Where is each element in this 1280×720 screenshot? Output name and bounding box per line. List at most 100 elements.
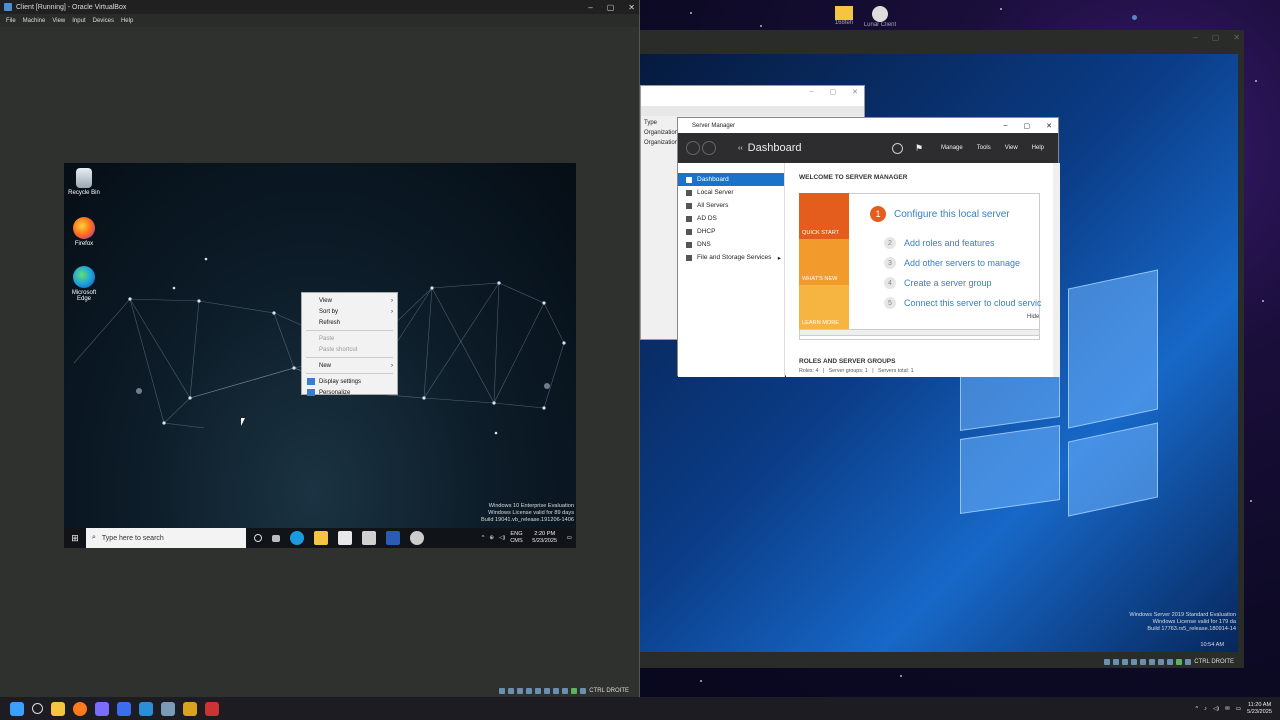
optical-icon[interactable] [508,688,515,694]
tile-whats-new[interactable]: WHAT'S NEW [799,239,849,285]
vscode-icon[interactable] [139,701,153,716]
file-explorer-icon[interactable] [51,701,65,716]
ctx-view[interactable]: View › [302,295,397,306]
app-icon[interactable] [183,701,197,716]
sidebar-item-all-servers[interactable]: All Servers [678,199,784,212]
sidebar-item-dhcp[interactable]: DHCP [678,225,784,238]
firefox-icon[interactable] [73,701,87,716]
lang-code[interactable]: ENG [510,531,522,538]
menu-machine[interactable]: Machine [23,18,46,24]
task-view-icon[interactable] [272,534,280,542]
volume-icon[interactable]: ◁) [1213,706,1219,712]
virtualbox-icon[interactable] [161,701,175,716]
menu-tools[interactable]: Tools [977,145,991,151]
menu-help[interactable]: Help [1032,145,1044,151]
menu-view[interactable]: View [52,18,65,24]
recording-icon[interactable] [1167,659,1174,665]
clock-time[interactable]: 2:20 PM [528,531,562,538]
step-add-roles[interactable]: 2 Add roles and features [884,237,995,249]
minimize-button[interactable]: – [588,3,592,12]
optical-icon[interactable] [1113,659,1120,665]
shared-folder-icon[interactable] [1149,659,1156,665]
store-icon[interactable] [338,531,352,545]
recording-icon[interactable] [562,688,569,694]
audio-icon[interactable] [1122,659,1129,665]
tray-chevron-icon[interactable]: ^ [1196,706,1199,712]
sidebar-item-local-server[interactable]: Local Server [678,186,784,199]
clock-date[interactable]: 5/23/2025 [528,538,562,545]
network-icon[interactable] [526,688,533,694]
maximize-button[interactable]: ▢ [607,3,615,12]
minimize-button[interactable]: – [810,88,814,96]
forward-arrow-icon[interactable] [702,141,716,155]
sidebar-item-dashboard[interactable]: Dashboard [678,173,784,186]
sidebar-item-file-storage[interactable]: File and Storage Services ▸ [678,251,784,264]
usb-icon[interactable] [535,688,542,694]
edge-taskbar-icon[interactable] [290,531,304,545]
settings-gear-icon[interactable] [410,531,424,545]
recycle-bin-icon[interactable]: Recycle Bin [64,168,104,196]
hide-link[interactable]: Hide [1027,314,1039,320]
shared-folder-icon[interactable] [544,688,551,694]
close-button[interactable]: ✕ [1233,33,1240,42]
lunar-client-icon[interactable]: Lunar Client [860,6,900,28]
menu-manage[interactable]: Manage [941,145,963,151]
step-create-group[interactable]: 4 Create a server group [884,277,992,289]
mail-icon[interactable] [362,531,376,545]
horizontal-scrollbar[interactable] [799,329,1040,336]
menu-file[interactable]: File [6,18,16,24]
volume-icon[interactable]: ◁) [499,535,505,541]
close-button[interactable]: ✕ [852,88,858,96]
maximize-button[interactable]: ▢ [830,88,837,96]
firefox-desktop-icon[interactable]: Firefox [64,217,104,247]
ctx-new[interactable]: New › [302,360,397,371]
edge-desktop-icon[interactable]: Microsoft Edge [64,266,104,302]
ctx-display-settings[interactable]: Display settings [302,376,397,387]
powershell-icon[interactable] [386,531,400,545]
audio-icon[interactable] [517,688,524,694]
vertical-scrollbar[interactable] [1053,163,1060,377]
file-explorer-icon[interactable] [314,531,328,545]
back-arrow-icon[interactable] [686,141,700,155]
search-icon[interactable] [32,703,43,714]
step-connect-cloud[interactable]: 5 Connect this server to cloud servic [884,297,1042,309]
display-icon[interactable] [553,688,560,694]
step-add-servers[interactable]: 3 Add other servers to manage [884,257,1020,269]
desktop-folder-icon[interactable]: 168teh [824,6,864,26]
cortana-icon[interactable] [254,534,262,542]
network-globe-icon[interactable]: ⊕ [489,535,494,541]
ctx-personalize[interactable]: Personalize [302,387,397,398]
refresh-icon[interactable] [891,142,903,154]
sidebar-item-ad-ds[interactable]: AD DS [678,212,784,225]
ctx-refresh[interactable]: Refresh [302,317,397,328]
minimize-button[interactable]: – [1004,122,1008,129]
app-icon[interactable] [205,701,219,716]
usb-icon[interactable] [1140,659,1147,665]
taskbar-search-box[interactable]: ⌕ Type here to search [86,528,246,548]
microphone-icon[interactable]: ♪ [1204,706,1207,712]
sidebar-item-dns[interactable]: DNS [678,238,784,251]
menu-help[interactable]: Help [121,18,133,24]
close-button[interactable]: ✕ [628,3,635,12]
tray-chevron-icon[interactable]: ^ [482,535,485,541]
flag-icon[interactable]: ⚑ [915,143,923,154]
maximize-button[interactable]: ▢ [1024,122,1031,130]
tile-learn-more[interactable]: LEARN MORE [799,285,849,329]
display-icon[interactable] [1158,659,1165,665]
mouse-integration-icon[interactable] [1185,659,1192,665]
minimize-button[interactable]: – [1193,33,1197,42]
menu-view[interactable]: View [1005,145,1018,151]
cpu-icon[interactable] [571,688,578,694]
notification-icon[interactable]: ▭ [567,535,572,541]
maximize-button[interactable]: ▢ [1212,33,1220,42]
menu-devices[interactable]: Devices [93,18,114,24]
network-icon[interactable] [1131,659,1138,665]
hdd-icon[interactable] [499,688,506,694]
host-clock-date[interactable]: 5/23/2025 [1247,709,1272,716]
mouse-integration-icon[interactable] [580,688,587,694]
cpu-icon[interactable] [1176,659,1183,665]
mail-icon[interactable]: ✉ [1225,706,1230,712]
close-button[interactable]: ✕ [1046,122,1052,130]
discord-icon[interactable] [95,701,109,716]
start-button[interactable]: ⊞ [64,528,86,548]
